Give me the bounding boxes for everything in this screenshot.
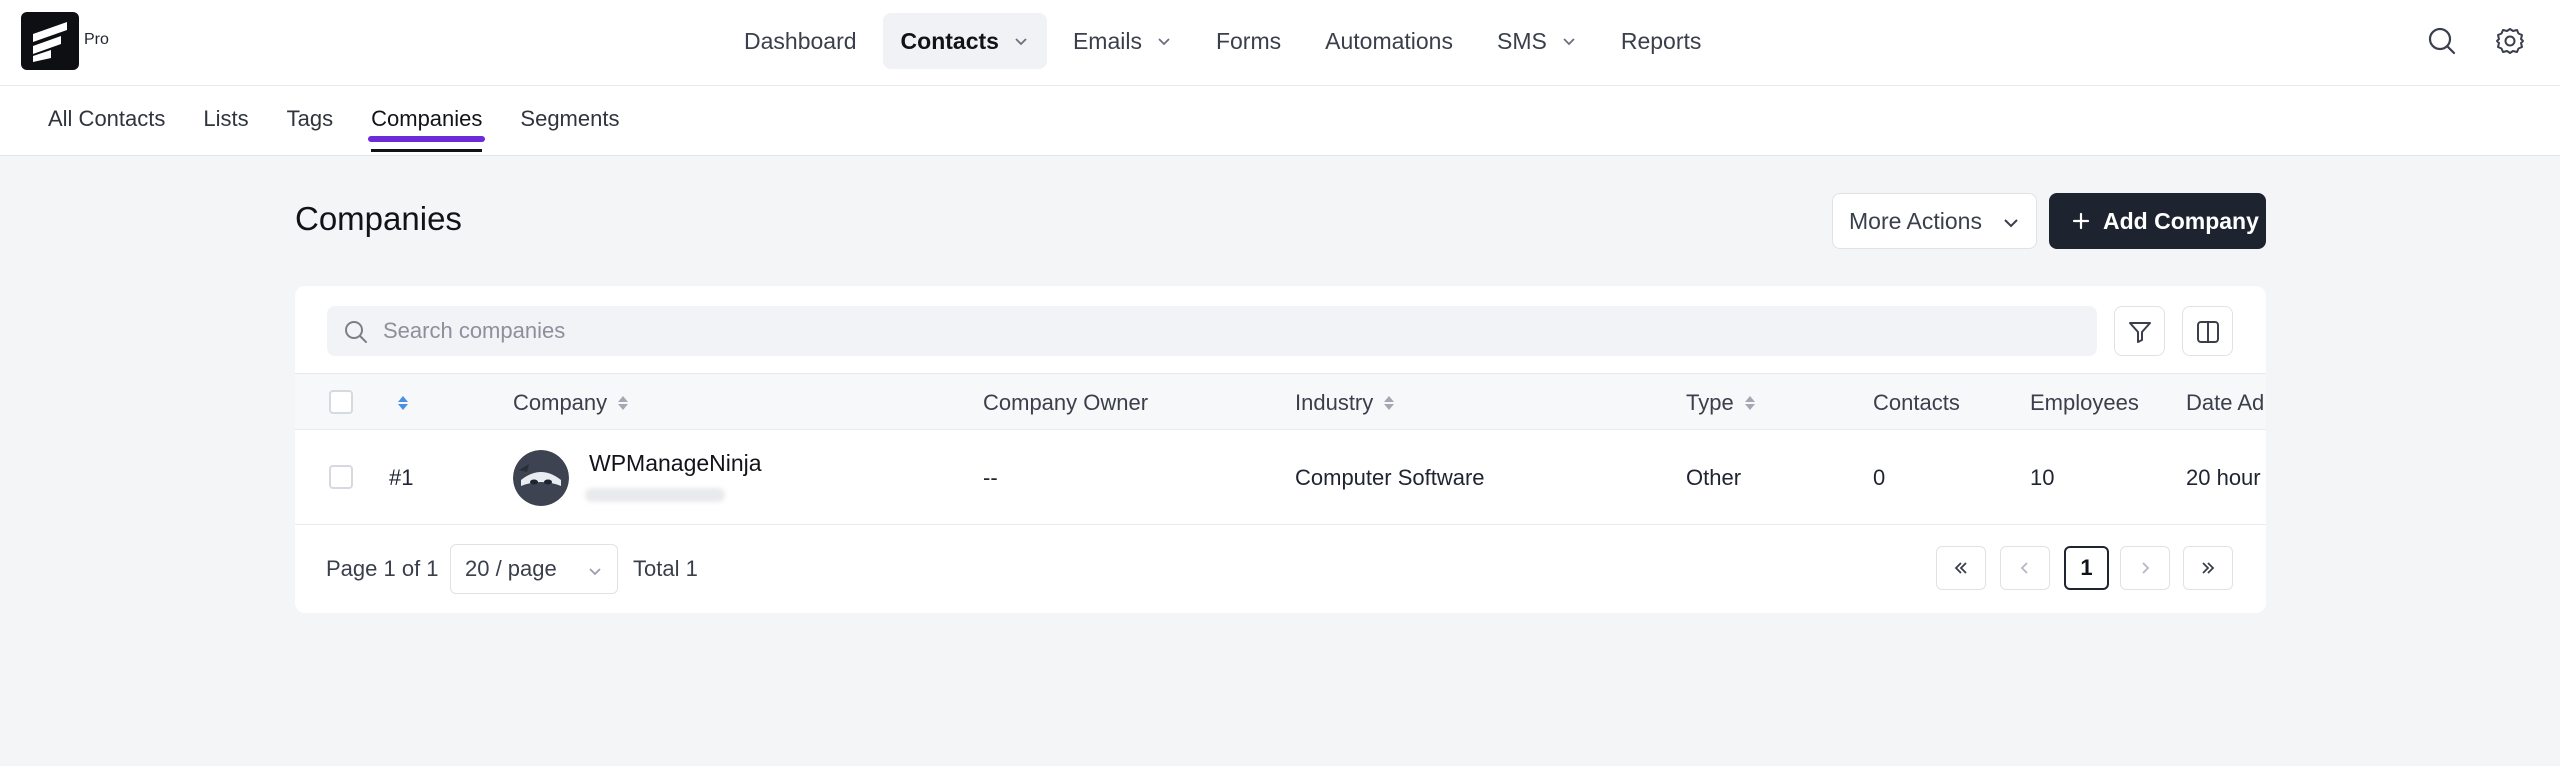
pagination-bar: Page 1 of 1 20 / page Total 1 1	[295, 525, 2266, 613]
column-label: Industry	[1295, 389, 1374, 415]
table-row[interactable]: #1 WPManageNinja -- Computer Software Ot…	[295, 430, 2266, 525]
nav-reports[interactable]: Reports	[1603, 13, 1720, 69]
per-page-value: 20 / page	[465, 556, 557, 581]
tab-all-contacts[interactable]: All Contacts	[48, 86, 165, 156]
contacts-subnav: All Contacts Lists Tags Companies Segmen…	[48, 86, 619, 156]
columns-icon	[2197, 321, 2219, 343]
th-employees: Employees	[2030, 374, 2139, 431]
more-actions-label: More Actions	[1849, 207, 1982, 234]
company-name-link[interactable]: WPManageNinja	[589, 450, 762, 477]
nav-forms[interactable]: Forms	[1198, 13, 1299, 69]
th-company[interactable]: Company	[513, 374, 629, 431]
tab-lists[interactable]: Lists	[203, 86, 248, 156]
next-page-button[interactable]	[2120, 546, 2170, 590]
gear-icon[interactable]	[2493, 24, 2527, 58]
type-cell: Other	[1686, 464, 1742, 490]
search-input[interactable]	[383, 306, 2083, 356]
search-bar	[327, 306, 2097, 356]
sort-icon	[1384, 395, 1395, 410]
nav-label: SMS	[1496, 27, 1547, 54]
last-page-button[interactable]	[2183, 546, 2233, 590]
sub-navbar: All Contacts Lists Tags Companies Segmen…	[0, 86, 2560, 156]
page-title: Companies	[295, 200, 462, 237]
employees-cell: 10	[2030, 464, 2055, 490]
sort-icon	[1744, 395, 1755, 410]
id-sort-header[interactable]	[397, 374, 409, 431]
company-owner-cell: --	[983, 464, 998, 490]
th-type[interactable]: Type	[1686, 374, 1756, 431]
th-contacts: Contacts	[1873, 374, 1960, 431]
first-page-button[interactable]	[1936, 546, 1986, 590]
chevron-right-icon	[2142, 562, 2150, 574]
more-actions-button[interactable]: More Actions	[1832, 193, 2037, 249]
nav-sms[interactable]: SMS	[1479, 13, 1595, 69]
double-chevron-left-icon	[1954, 562, 1967, 574]
page-info: Page 1 of 1	[326, 556, 439, 581]
add-company-button[interactable]: Add Company	[2049, 193, 2266, 249]
double-chevron-right-icon	[2202, 562, 2215, 574]
column-label: Employees	[2030, 389, 2139, 415]
per-page-select[interactable]: 20 / page	[450, 544, 618, 594]
chevron-left-icon	[2020, 562, 2028, 574]
nav-label: Forms	[1215, 27, 1282, 54]
th-company-owner: Company Owner	[983, 374, 1148, 431]
th-date-added: Date Ad	[2186, 374, 2264, 431]
nav-automations[interactable]: Automations	[1307, 13, 1471, 69]
th-industry[interactable]: Industry	[1295, 374, 1395, 431]
company-avatar	[513, 450, 569, 506]
fluentcrm-logo[interactable]	[21, 12, 79, 70]
nav-label: Contacts	[900, 27, 999, 54]
column-label: Company Owner	[983, 389, 1149, 415]
date-added-cell: 20 hour	[2186, 464, 2261, 490]
filter-icon	[2129, 322, 2151, 343]
chevron-down-icon	[1158, 38, 1170, 46]
logo-badge: Pro	[84, 31, 109, 48]
tab-segments[interactable]: Segments	[520, 86, 619, 156]
search-icon[interactable]	[2425, 24, 2459, 58]
select-all-checkbox[interactable]	[329, 390, 353, 414]
nav-label: Automations	[1325, 27, 1453, 54]
total-count: Total 1	[633, 556, 698, 581]
nav-contacts[interactable]: Contacts	[882, 13, 1047, 69]
search-icon	[345, 321, 367, 343]
column-label: Company	[513, 389, 608, 415]
column-label: Type	[1686, 389, 1734, 415]
chevron-down-icon	[589, 568, 601, 576]
nav-label: Dashboard	[744, 27, 857, 54]
filter-button[interactable]	[2114, 306, 2165, 356]
nav-emails[interactable]: Emails	[1055, 13, 1190, 69]
prev-page-button[interactable]	[2000, 546, 2050, 590]
nav-label: Emails	[1072, 27, 1142, 54]
nav-label: Reports	[1620, 27, 1702, 54]
tab-tags[interactable]: Tags	[287, 86, 333, 156]
main-nav: Dashboard Contacts Emails Forms Automati…	[726, 13, 1719, 69]
top-navbar: Pro Dashboard Contacts Emails Forms Auto…	[0, 0, 2560, 86]
chevron-down-icon	[1015, 38, 1027, 46]
industry-cell: Computer Software	[1295, 464, 1485, 490]
sort-icon	[398, 395, 408, 410]
chevron-down-icon	[1563, 38, 1575, 46]
company-subtitle-redacted	[585, 488, 725, 502]
column-label: Contacts	[1873, 389, 1960, 415]
tab-companies[interactable]: Companies	[368, 86, 486, 156]
companies-table-card: Company Company Owner Industry Type Cont…	[295, 286, 2266, 613]
sort-icon	[618, 395, 629, 410]
column-label: Date Ad	[2186, 389, 2265, 415]
contacts-cell: 0	[1873, 464, 1886, 490]
columns-button[interactable]	[2182, 306, 2233, 356]
page-1-button[interactable]: 1	[2064, 546, 2109, 590]
row-checkbox[interactable]	[329, 465, 353, 489]
add-company-label: Add Company	[2103, 207, 2259, 234]
nav-dashboard[interactable]: Dashboard	[726, 13, 875, 69]
chevron-down-icon	[2004, 219, 2018, 228]
plus-icon	[2072, 212, 2090, 230]
table-header: Company Company Owner Industry Type Cont…	[295, 373, 2266, 430]
row-id: #1	[389, 464, 414, 490]
